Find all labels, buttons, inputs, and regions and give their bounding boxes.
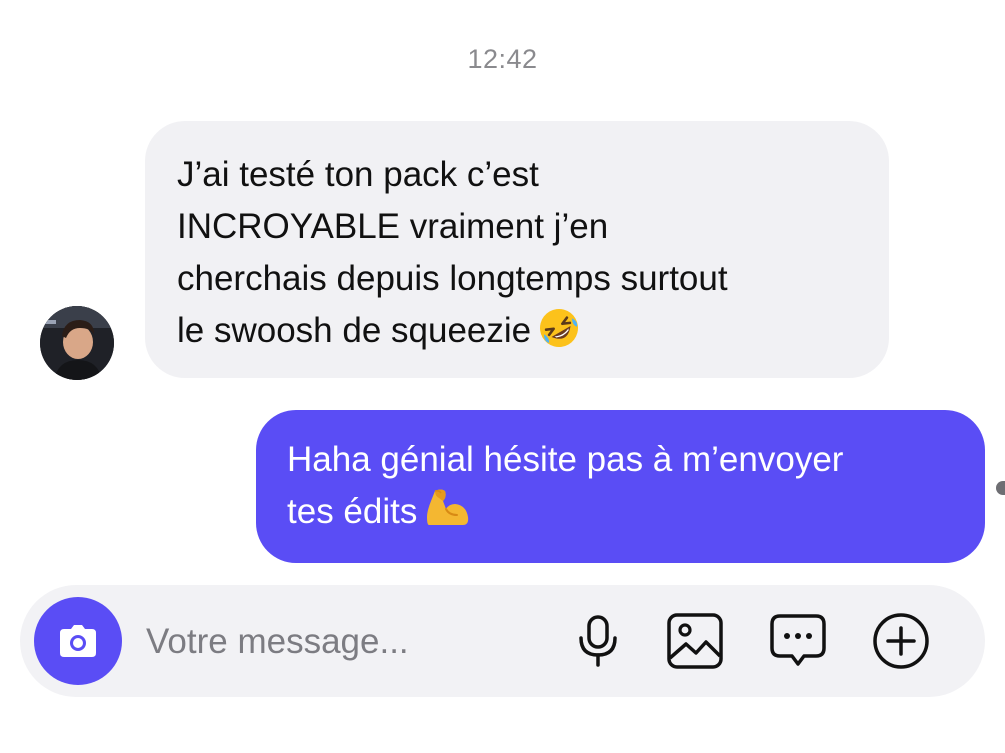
chat-bubble-dots-icon [770,614,826,666]
message-line: J’ai testé ton pack c’est [177,155,539,194]
microphone-icon [579,615,617,667]
message-input[interactable] [146,619,526,665]
plus-circle-icon [873,613,929,669]
message-line-text: tes édits [287,492,418,531]
chat-options-button[interactable] [768,611,828,671]
chat-screen: 12:42 J’ai testé ton pack c’est INCROYAB… [0,0,1005,753]
camera-icon [60,625,96,657]
message-timestamp: 12:42 [467,44,538,74]
microphone-button[interactable] [568,611,628,671]
flexed-biceps-emoji-icon [427,489,469,525]
message-line: INCROYABLE vraiment j’en [177,207,609,246]
incoming-message-bubble[interactable]: J’ai testé ton pack c’est INCROYABLE vra… [145,121,889,378]
add-button[interactable] [871,611,931,671]
message-line: cherchais depuis longtemps surtout [177,259,728,298]
read-indicator [996,481,1005,495]
message-line: Haha génial hésite pas à m’envoyer [287,440,844,479]
message-line-last: tes édits [287,486,955,538]
contact-avatar[interactable] [40,306,114,380]
message-line-text: le swoosh de squeezie [177,311,532,350]
rolling-on-floor-laughing-emoji-icon [540,309,579,347]
camera-button[interactable] [34,597,122,685]
image-icon [667,613,723,669]
outgoing-message-bubble[interactable]: Haha génial hésite pas à m’envoyer tes é… [256,410,985,563]
message-line-last: le swoosh de squeezie [177,305,859,357]
gallery-button[interactable] [665,611,725,671]
message-composer [20,585,985,697]
